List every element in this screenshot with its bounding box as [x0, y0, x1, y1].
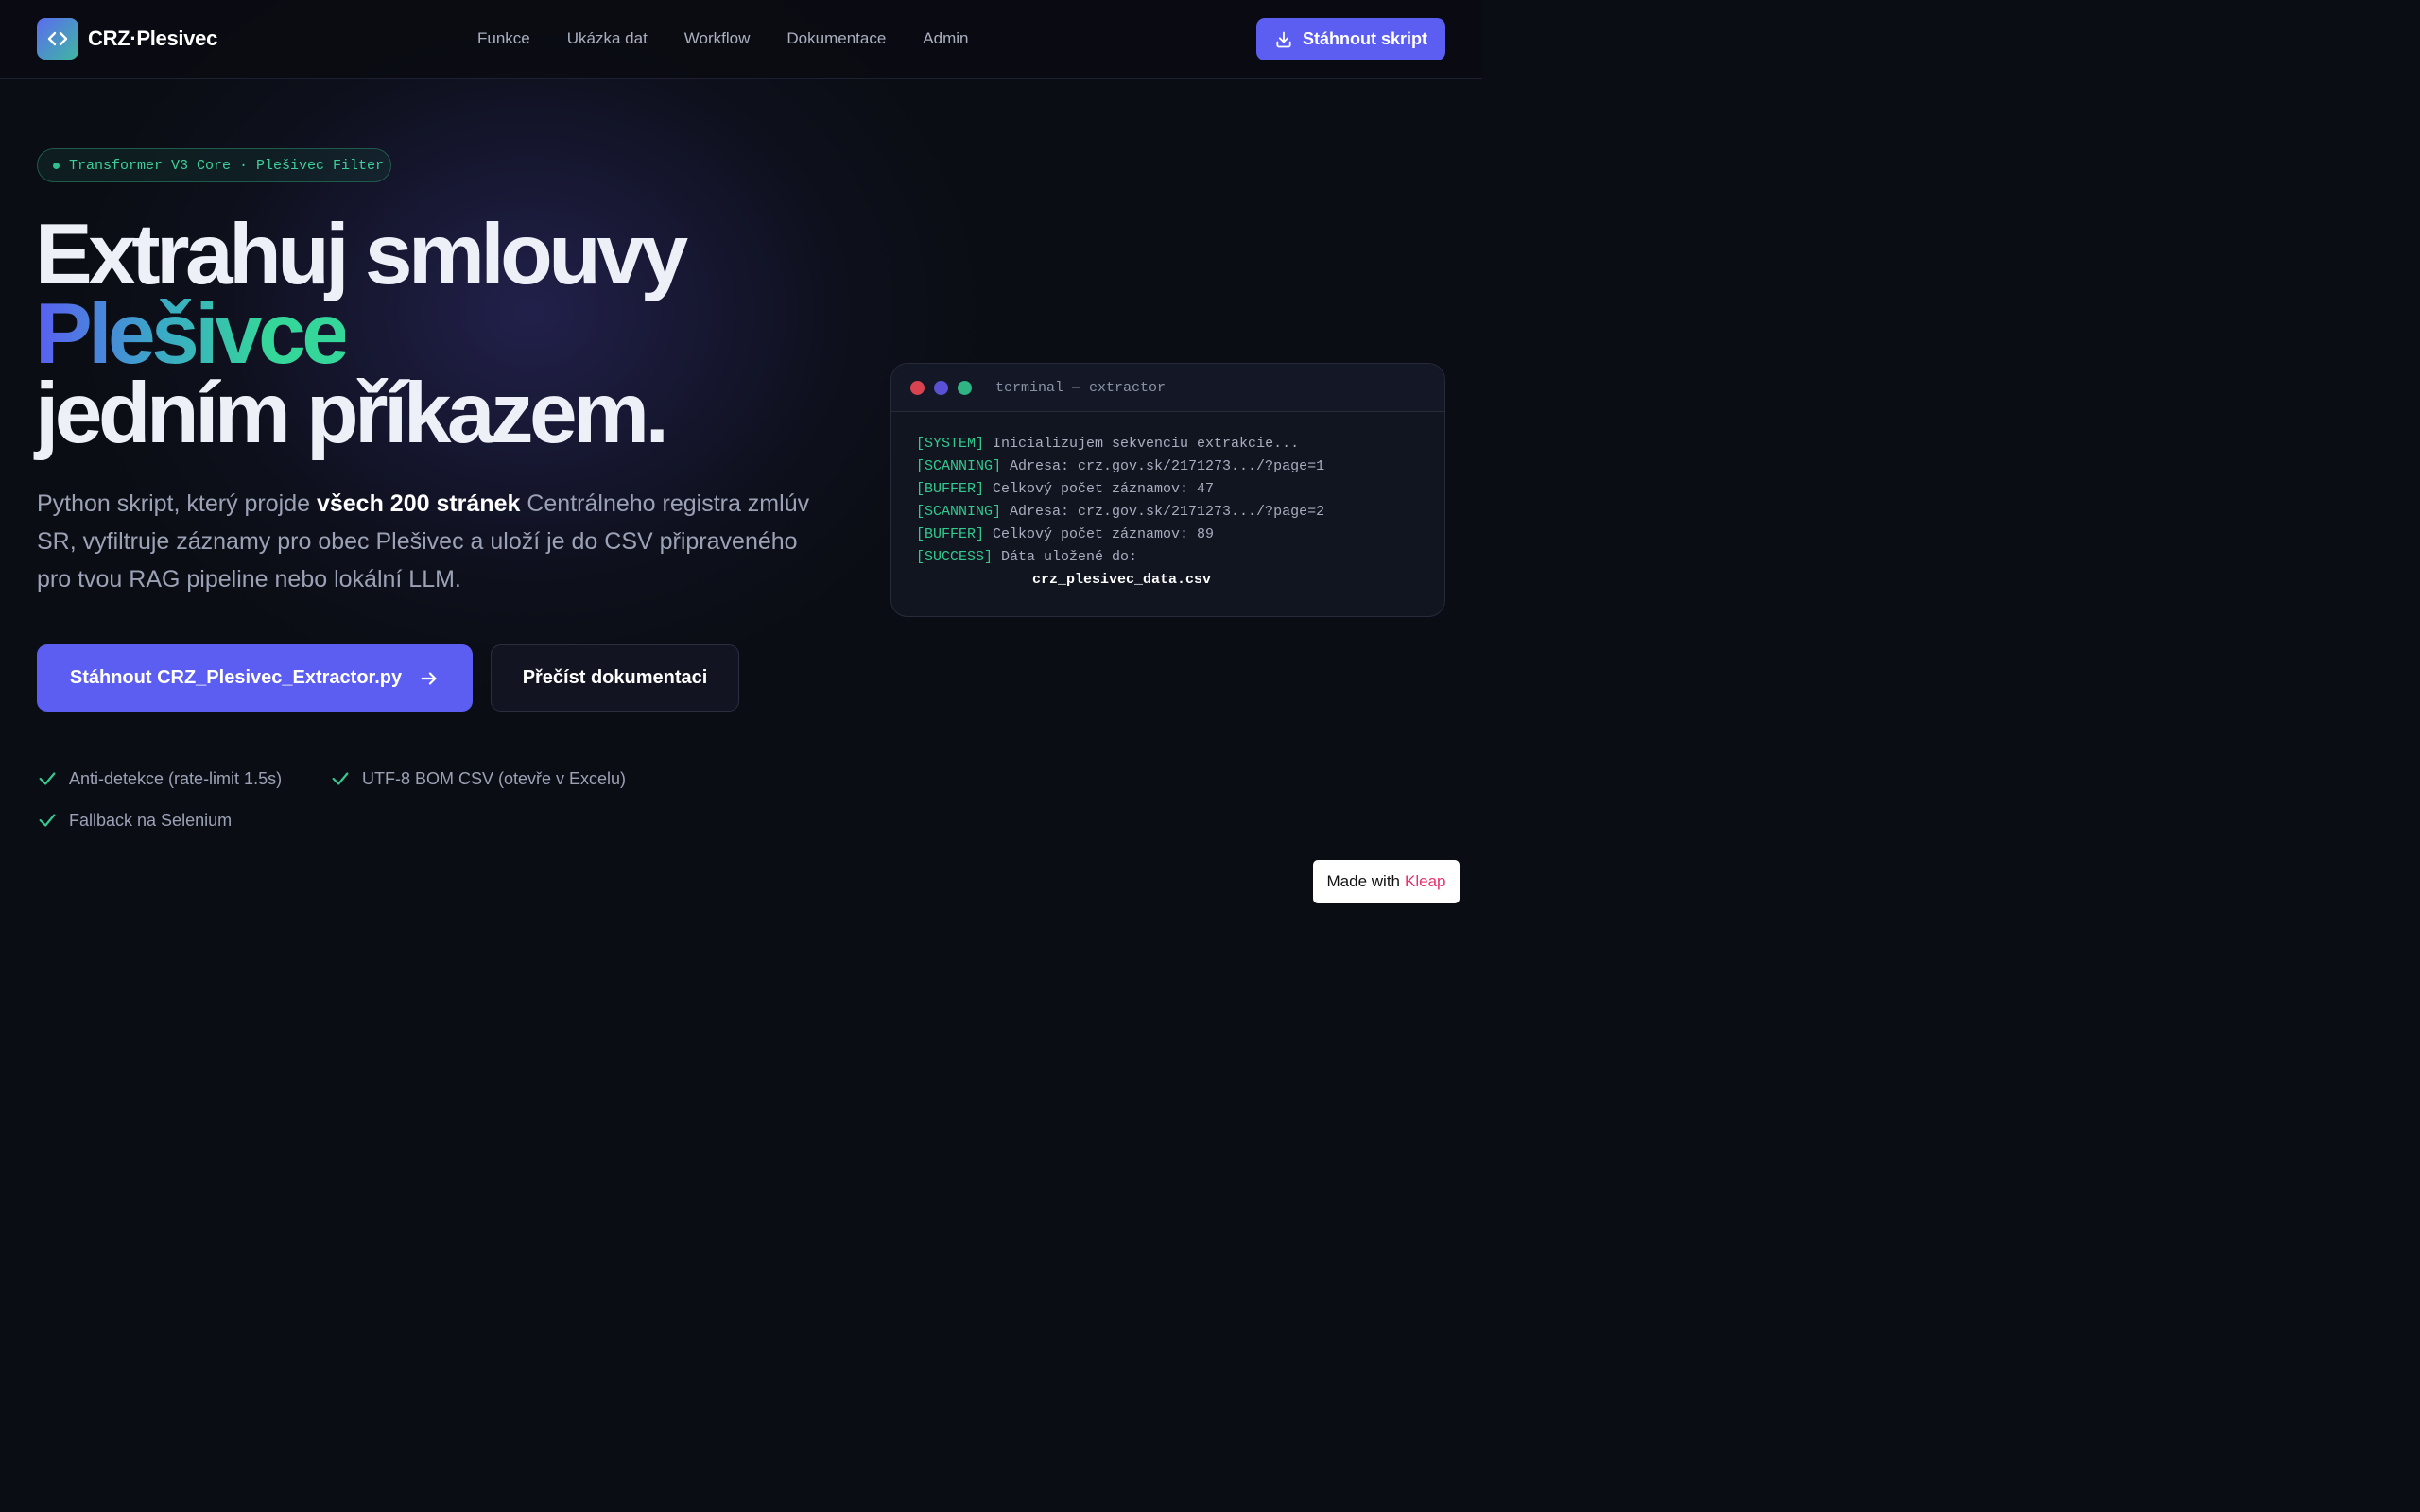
feature-item: Anti-detekce (rate-limit 1.5s)	[37, 768, 282, 789]
download-extractor-label: Stáhnout CRZ_Plesivec_Extractor.py	[69, 667, 403, 688]
status-dot-icon	[53, 162, 60, 169]
check-icon	[39, 814, 56, 827]
log-text: Inicializujem sekvenciu extrakcie...	[984, 436, 1300, 452]
terminal-line: [SYSTEM] Inicializujem sekvenciu extrakc…	[916, 433, 1444, 455]
nav-link-dokumentace[interactable]: Dokumentace	[786, 29, 886, 48]
check-icon	[39, 772, 56, 785]
window-maximize-dot-icon	[958, 380, 972, 395]
log-tag: [SYSTEM]	[916, 436, 985, 452]
nav-link-admin[interactable]: Admin	[923, 29, 968, 48]
log-text: Adresa: crz.gov.sk/2171273.../?page=2	[1001, 504, 1325, 520]
landing-page: CRZ·Plesivec Funkce Ukázka dat Workflow …	[0, 0, 1482, 926]
log-text: Celkový počet záznamov: 89	[984, 526, 1215, 542]
log-tag: [BUFFER]	[916, 526, 985, 542]
feature-item: UTF-8 BOM CSV (otevře v Excelu)	[330, 768, 626, 789]
hero-headline: Extrahuj smlouvy Plešivce jedním příkaze…	[35, 207, 688, 461]
terminal-title-bar: terminal — extractor	[891, 364, 1444, 412]
feature-label: Anti-detekce (rate-limit 1.5s)	[69, 768, 283, 788]
nav-link-funkce[interactable]: Funkce	[477, 29, 530, 48]
feature-label: UTF-8 BOM CSV (otevře v Excelu)	[362, 768, 627, 788]
made-with-prefix: Made with	[1326, 872, 1400, 890]
log-text: Dáta uložené do:	[993, 549, 1138, 565]
download-icon	[1276, 31, 1291, 47]
terminal-title: terminal — extractor	[995, 379, 1167, 396]
terminal-line: [BUFFER] Celkový počet záznamov: 47	[916, 478, 1444, 501]
headline-line-3: jedním příkazem.	[35, 366, 669, 461]
made-with-kleap-badge[interactable]: Made with Kleap	[1313, 860, 1460, 903]
window-close-dot-icon	[910, 380, 925, 395]
code-brackets-icon[interactable]	[37, 18, 78, 60]
description-bold: všech 200 stránek	[316, 490, 521, 517]
log-text: Celkový počet záznamov: 47	[984, 481, 1215, 497]
log-tag: [SUCCESS]	[916, 549, 994, 565]
feature-item: Fallback na Selenium	[37, 810, 232, 831]
terminal-line: [BUFFER] Celkový počet záznamov: 89	[916, 524, 1444, 546]
read-docs-label: Přečíst dokumentaci	[522, 667, 708, 688]
window-minimize-dot-icon	[934, 380, 948, 395]
hero-description: Python skript, který projde všech 200 st…	[37, 485, 812, 598]
check-icon	[332, 772, 349, 785]
arrow-right-icon	[421, 671, 437, 685]
read-docs-button[interactable]: Přečíst dokumentaci	[491, 644, 739, 712]
log-tag: [BUFFER]	[916, 481, 985, 497]
terminal-line: [SCANNING] Adresa: crz.gov.sk/2171273...…	[916, 501, 1444, 524]
top-nav-bar: CRZ·Plesivec Funkce Ukázka dat Workflow …	[0, 0, 1482, 79]
nav-link-workflow[interactable]: Workflow	[684, 29, 751, 48]
download-script-label: Stáhnout skript	[1302, 29, 1427, 48]
brand-name[interactable]: CRZ·Plesivec	[88, 26, 217, 51]
terminal-output: [SYSTEM] Inicializujem sekvenciu extrakc…	[891, 412, 1444, 592]
terminal-line: [SUCCESS] Dáta uložené do:	[916, 546, 1444, 569]
version-badge: Transformer V3 Core · Plešivec Filter	[37, 148, 391, 182]
nav-link-ukazka-dat[interactable]: Ukázka dat	[567, 29, 648, 48]
download-extractor-button[interactable]: Stáhnout CRZ_Plesivec_Extractor.py	[37, 644, 473, 712]
log-tag: [SCANNING]	[916, 504, 1002, 520]
terminal-line: [SCANNING] Adresa: crz.gov.sk/2171273...…	[916, 455, 1444, 478]
log-tag: [SCANNING]	[916, 458, 1002, 474]
headline-line-1: Extrahuj smlouvy	[35, 207, 688, 302]
feature-label: Fallback na Selenium	[69, 810, 233, 830]
version-badge-label: Transformer V3 Core · Plešivec Filter	[69, 157, 385, 174]
kleap-brand: Kleap	[1405, 872, 1446, 890]
log-text: Adresa: crz.gov.sk/2171273.../?page=1	[1001, 458, 1325, 474]
download-script-button[interactable]: Stáhnout skript	[1256, 18, 1445, 60]
description-part-1: Python skript, který projde	[37, 490, 317, 517]
terminal-window: terminal — extractor [SYSTEM] Inicializu…	[890, 363, 1445, 617]
output-filename: crz_plesivec_data.csv	[1032, 572, 1212, 588]
main-nav: Funkce Ukázka dat Workflow Dokumentace A…	[477, 29, 1005, 48]
